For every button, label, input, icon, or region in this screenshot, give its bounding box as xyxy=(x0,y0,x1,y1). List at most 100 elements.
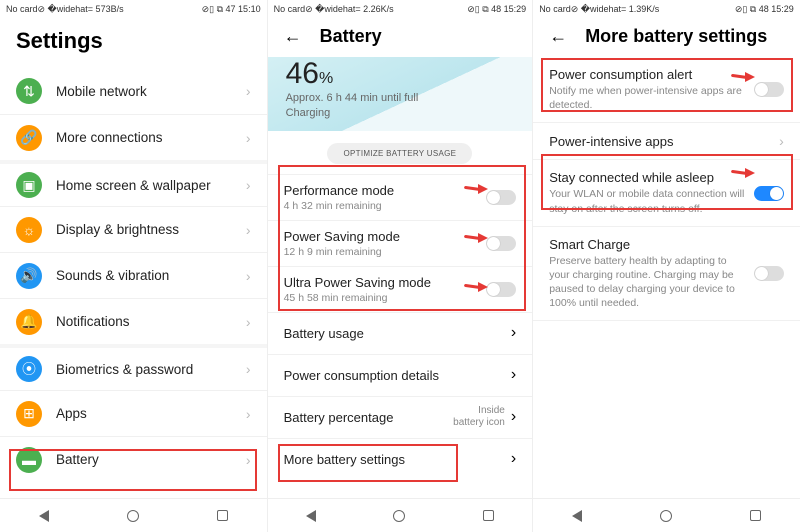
list-item[interactable]: 🔊 Sounds & vibration› xyxy=(0,252,267,298)
chevron-right-icon: › xyxy=(246,452,251,468)
power-mode-row[interactable]: Ultra Power Saving mode45 h 58 min remai… xyxy=(268,266,533,312)
notif-icon: 🔔 xyxy=(16,309,42,335)
nav-home[interactable] xyxy=(660,510,672,522)
bio-icon: ⦿ xyxy=(16,356,42,382)
nav-back[interactable] xyxy=(572,510,582,522)
home-icon: ▣ xyxy=(16,172,42,198)
list-item[interactable]: ⇅ Mobile network› xyxy=(0,68,267,114)
toggle[interactable] xyxy=(754,186,784,201)
screen-battery: No card⊘ �widehat= 2.26K/s ⊘▯ ⧉ 48 15:29… xyxy=(267,0,534,532)
row-title: More battery settings xyxy=(284,452,511,467)
mode-title: Performance mode xyxy=(284,183,487,198)
power-mode-row[interactable]: Performance mode 4 h 32 min remaining xyxy=(268,174,533,220)
more-settings-rows: Power consumption alert Notify me when po… xyxy=(533,57,800,321)
more-settings-row[interactable]: Power-intensive apps› xyxy=(533,123,800,160)
nav-bar xyxy=(0,498,267,532)
battery-hero: 46% Approx. 6 h 44 min until fullChargin… xyxy=(268,57,533,131)
list-item[interactable]: ▣Home screen & wallpaper› xyxy=(0,160,267,206)
chevron-right-icon: › xyxy=(246,83,251,99)
chevron-right-icon: › xyxy=(511,324,516,342)
row-title: Power consumption alert xyxy=(549,67,746,82)
back-icon[interactable]: ← xyxy=(549,26,567,47)
mobile-icon: ⇅ xyxy=(16,78,42,104)
chevron-right-icon: › xyxy=(246,222,251,238)
mode-sub: 12 h 9 min remaining xyxy=(284,246,487,258)
list-item-label: Display & brightness xyxy=(56,222,246,237)
screen-more-battery: No card⊘ �widehat= 1.39K/s ⊘▯ ⧉ 48 15:29… xyxy=(533,0,800,532)
list-item-label: Sounds & vibration xyxy=(56,268,246,283)
battery-row[interactable]: More battery settings› xyxy=(268,438,533,480)
chevron-right-icon: › xyxy=(246,130,251,146)
row-value: Inside battery icon xyxy=(453,405,505,429)
list-item[interactable]: 🔗More connections› xyxy=(0,114,267,160)
list-item[interactable]: ⊞Apps› xyxy=(0,390,267,436)
row-title: Smart Charge xyxy=(549,237,746,252)
row-sub: Notify me when power-intensive apps are … xyxy=(549,84,746,112)
battery-row[interactable]: Battery percentageInside battery icon › xyxy=(268,396,533,438)
arrow-icon xyxy=(478,233,488,243)
toggle[interactable] xyxy=(486,236,516,251)
power-mode-row[interactable]: Power Saving mode12 h 9 min remaining xyxy=(268,220,533,266)
more-settings-row[interactable]: Stay connected while asleep Your WLAN or … xyxy=(533,160,800,226)
row-sub: Your WLAN or mobile data connection will… xyxy=(549,187,746,215)
nav-bar xyxy=(268,498,533,532)
status-bar: No card⊘ �widehat= 2.26K/s ⊘▯ ⧉ 48 15:29 xyxy=(268,0,533,18)
chevron-right-icon: › xyxy=(511,408,516,426)
mode-sub: 4 h 32 min remaining xyxy=(284,200,487,212)
chevron-right-icon: › xyxy=(246,406,251,422)
list-item[interactable]: ▬Battery› xyxy=(0,436,267,482)
toggle[interactable] xyxy=(486,282,516,297)
list-item[interactable]: ☼Display & brightness› xyxy=(0,206,267,252)
list-item-label: More connections xyxy=(56,130,246,145)
nav-recent[interactable] xyxy=(483,510,494,521)
list-item[interactable]: 🔔Notifications› xyxy=(0,298,267,344)
toggle[interactable] xyxy=(754,82,784,97)
row-title: Battery usage xyxy=(284,326,511,341)
nav-home[interactable] xyxy=(127,510,139,522)
screen-settings: No card⊘ �widehat= 573B/s ⊘▯ ⧉ 47 15:10 … xyxy=(0,0,267,532)
page-title: Battery xyxy=(320,26,382,47)
chevron-right-icon: › xyxy=(246,268,251,284)
chevron-right-icon: › xyxy=(511,450,516,468)
page-title: More battery settings xyxy=(585,26,767,47)
list-item-label: Notifications xyxy=(56,314,246,329)
nav-recent[interactable] xyxy=(750,510,761,521)
more-settings-row[interactable]: Power consumption alert Notify me when po… xyxy=(533,57,800,123)
list-item-label: Mobile network xyxy=(56,84,246,99)
nav-bar xyxy=(533,498,800,532)
back-icon[interactable]: ← xyxy=(284,26,302,47)
nav-home[interactable] xyxy=(393,510,405,522)
list-item-label: Apps xyxy=(56,406,246,421)
row-title: Power-intensive apps xyxy=(549,134,771,149)
nav-back[interactable] xyxy=(306,510,316,522)
row-title: Battery percentage xyxy=(284,410,454,425)
sound-icon: 🔊 xyxy=(16,263,42,289)
page-title: Settings xyxy=(0,18,267,68)
status-left: No card⊘ �widehat= 1.39K/s xyxy=(539,4,659,15)
battery-subtext: Approx. 6 h 44 min until fullCharging xyxy=(286,91,515,121)
battery-percent: 46% xyxy=(286,57,515,91)
battery-row[interactable]: Power consumption details› xyxy=(268,354,533,396)
nav-back[interactable] xyxy=(39,510,49,522)
list-item-label: Battery xyxy=(56,452,246,467)
settings-list: ⇅Mobile network›🔗More connections›▣Home … xyxy=(0,68,267,482)
more-settings-row[interactable]: Smart ChargePreserve battery health by a… xyxy=(533,227,800,322)
nav-recent[interactable] xyxy=(217,510,228,521)
status-right: ⊘▯ ⧉ 47 15:10 xyxy=(202,4,261,15)
row-title: Stay connected while asleep xyxy=(549,170,746,185)
chevron-right-icon: › xyxy=(246,177,251,193)
optimize-button[interactable]: OPTIMIZE BATTERY USAGE xyxy=(327,143,472,164)
status-bar: No card⊘ �widehat= 1.39K/s ⊘▯ ⧉ 48 15:29 xyxy=(533,0,800,18)
list-item[interactable]: ⦿Biometrics & password› xyxy=(0,344,267,390)
battery-rows: Battery usage›Power consumption details›… xyxy=(268,312,533,480)
mode-title: Ultra Power Saving mode xyxy=(284,275,487,290)
row-title: Power consumption details xyxy=(284,368,511,383)
battery-row[interactable]: Battery usage› xyxy=(268,312,533,354)
toggle[interactable] xyxy=(486,190,516,205)
arrow-icon xyxy=(478,282,488,292)
chevron-right-icon: › xyxy=(511,366,516,384)
status-right: ⊘▯ ⧉ 48 15:29 xyxy=(467,4,526,15)
header: ← Battery xyxy=(268,18,533,57)
status-left: No card⊘ �widehat= 573B/s xyxy=(6,4,124,15)
toggle[interactable] xyxy=(754,266,784,281)
